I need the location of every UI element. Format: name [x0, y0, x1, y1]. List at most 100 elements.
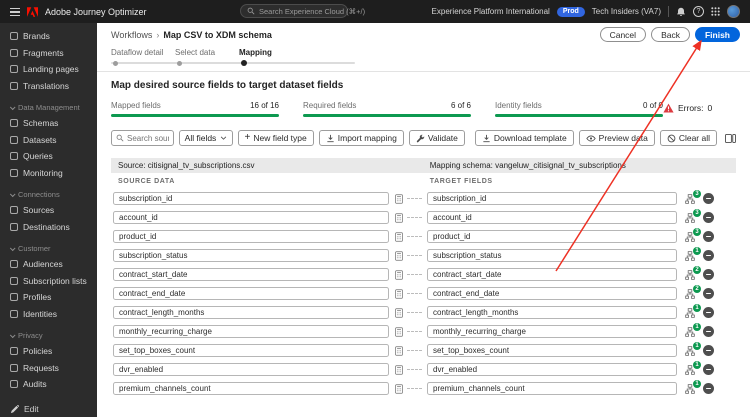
sidebar-item-requests[interactable]: Requests	[0, 360, 97, 377]
source-field-input[interactable]: subscription_status	[113, 249, 389, 262]
source-field-input[interactable]: contract_length_months	[113, 306, 389, 319]
source-field-input[interactable]: contract_start_date	[113, 268, 389, 281]
sidebar-item-identities[interactable]: Identities	[0, 306, 97, 323]
step-mapping[interactable]: Mapping	[239, 48, 303, 57]
calculated-field-icon[interactable]	[395, 269, 403, 280]
sidebar-section-connections[interactable]: Connections	[0, 181, 97, 202]
sidebar-item-sources[interactable]: Sources	[0, 202, 97, 219]
sidebar-item-brands[interactable]: Brands	[0, 28, 97, 45]
calculated-field-icon[interactable]	[395, 364, 403, 375]
target-field-input[interactable]: contract_length_months	[427, 306, 677, 319]
sidebar-item-schemas[interactable]: Schemas	[0, 115, 97, 132]
cancel-button[interactable]: Cancel	[599, 27, 647, 42]
calculated-field-icon[interactable]	[395, 231, 403, 242]
remove-mapping-icon[interactable]	[703, 364, 714, 375]
remove-mapping-icon[interactable]	[703, 212, 714, 223]
sidebar-item-monitoring[interactable]: Monitoring	[0, 165, 97, 182]
new-field-type-button[interactable]: + New field type	[237, 130, 314, 146]
menu-icon[interactable]	[10, 7, 20, 16]
target-field-input[interactable]: product_id	[427, 230, 677, 243]
target-field-input[interactable]: monthly_recurring_charge	[427, 325, 677, 338]
target-field-input[interactable]: dvr_enabled	[427, 363, 677, 376]
breadcrumb-workflows[interactable]: Workflows	[111, 30, 152, 40]
back-button[interactable]: Back	[651, 27, 690, 42]
schema-structure-icon[interactable]: 1	[685, 360, 701, 375]
source-field-input[interactable]: product_id	[113, 230, 389, 243]
remove-mapping-icon[interactable]	[703, 345, 714, 356]
source-field-input[interactable]: premium_channels_count	[113, 382, 389, 395]
sidebar-item-translations[interactable]: Translations	[0, 78, 97, 95]
sidebar-item-profiles[interactable]: Profiles	[0, 289, 97, 306]
sidebar-item-fragments[interactable]: Fragments	[0, 45, 97, 62]
notifications-icon[interactable]	[676, 7, 686, 17]
target-field-input[interactable]: subscription_status	[427, 249, 677, 262]
calculated-field-icon[interactable]	[395, 288, 403, 299]
source-field-input[interactable]: contract_end_date	[113, 287, 389, 300]
apps-grid-icon[interactable]	[711, 7, 720, 16]
sidebar-item-landing-pages[interactable]: Landing pages	[0, 61, 97, 78]
target-field-input[interactable]: premium_channels_count	[427, 382, 677, 395]
panel-layout-toggle-icon[interactable]	[725, 133, 736, 143]
sidebar-item-subscription-lists[interactable]: Subscription lists	[0, 273, 97, 290]
calculated-field-icon[interactable]	[395, 383, 403, 394]
calculated-field-icon[interactable]	[395, 193, 403, 204]
sidebar-section-customer[interactable]: Customer	[0, 235, 97, 256]
preview-data-button[interactable]: Preview data	[578, 130, 655, 146]
source-field-input[interactable]: account_id	[113, 211, 389, 224]
schema-structure-icon[interactable]: 1	[685, 341, 701, 356]
sandbox-switcher[interactable]: Tech Insiders (VA7)	[592, 7, 661, 16]
import-mapping-button[interactable]: Import mapping	[318, 130, 404, 146]
clear-all-button[interactable]: Clear all	[659, 130, 717, 146]
schema-structure-icon[interactable]: 3	[685, 208, 701, 223]
source-field-input[interactable]: monthly_recurring_charge	[113, 325, 389, 338]
schema-structure-icon[interactable]: 1	[685, 303, 701, 318]
schema-structure-icon[interactable]: 3	[685, 189, 701, 204]
remove-mapping-icon[interactable]	[703, 326, 714, 337]
source-fields-search-input[interactable]	[127, 133, 169, 143]
remove-mapping-icon[interactable]	[703, 269, 714, 280]
calculated-field-icon[interactable]	[395, 345, 403, 356]
download-template-button[interactable]: Download template	[474, 130, 574, 146]
sidebar-item-destinations[interactable]: Destinations	[0, 219, 97, 236]
env-badge[interactable]: Prod	[556, 6, 585, 17]
sidebar-item-audiences[interactable]: Audiences	[0, 256, 97, 273]
source-field-input[interactable]: set_top_boxes_count	[113, 344, 389, 357]
calculated-field-icon[interactable]	[395, 212, 403, 223]
sidebar-section-data-management[interactable]: Data Management	[0, 94, 97, 115]
remove-mapping-icon[interactable]	[703, 307, 714, 318]
target-field-input[interactable]: set_top_boxes_count	[427, 344, 677, 357]
schema-structure-icon[interactable]: 1	[685, 246, 701, 261]
source-field-input[interactable]: subscription_id	[113, 192, 389, 205]
remove-mapping-icon[interactable]	[703, 193, 714, 204]
sidebar-edit-button[interactable]: Edit	[10, 404, 39, 414]
target-field-input[interactable]: contract_start_date	[427, 268, 677, 281]
schema-structure-icon[interactable]: 1	[685, 379, 701, 394]
sidebar-item-policies[interactable]: Policies	[0, 343, 97, 360]
schema-structure-icon[interactable]: 2	[685, 265, 701, 280]
source-fields-search[interactable]	[111, 130, 174, 146]
remove-mapping-icon[interactable]	[703, 231, 714, 242]
schema-structure-icon[interactable]: 3	[685, 227, 701, 242]
target-field-input[interactable]: account_id	[427, 211, 677, 224]
help-icon[interactable]: ?	[693, 6, 704, 17]
calculated-field-icon[interactable]	[395, 326, 403, 337]
step-dataflow-detail[interactable]: Dataflow detail	[111, 48, 175, 57]
remove-mapping-icon[interactable]	[703, 383, 714, 394]
schema-structure-icon[interactable]: 1	[685, 322, 701, 337]
remove-mapping-icon[interactable]	[703, 250, 714, 261]
avatar[interactable]	[727, 5, 740, 18]
source-field-input[interactable]: dvr_enabled	[113, 363, 389, 376]
validate-button[interactable]: Validate	[408, 130, 465, 146]
global-search-input[interactable]: Search Experience Cloud (⌘+/)	[240, 4, 365, 18]
sidebar-item-queries[interactable]: Queries	[0, 148, 97, 165]
sidebar-item-datasets[interactable]: Datasets	[0, 132, 97, 149]
calculated-field-icon[interactable]	[395, 307, 403, 318]
schema-structure-icon[interactable]: 2	[685, 284, 701, 299]
calculated-field-icon[interactable]	[395, 250, 403, 261]
finish-button[interactable]: Finish	[694, 27, 740, 42]
step-select-data[interactable]: Select data	[175, 48, 239, 57]
fields-filter-select[interactable]: All fields	[178, 130, 233, 146]
target-field-input[interactable]: subscription_id	[427, 192, 677, 205]
sidebar-section-privacy[interactable]: Privacy	[0, 322, 97, 343]
target-field-input[interactable]: contract_end_date	[427, 287, 677, 300]
